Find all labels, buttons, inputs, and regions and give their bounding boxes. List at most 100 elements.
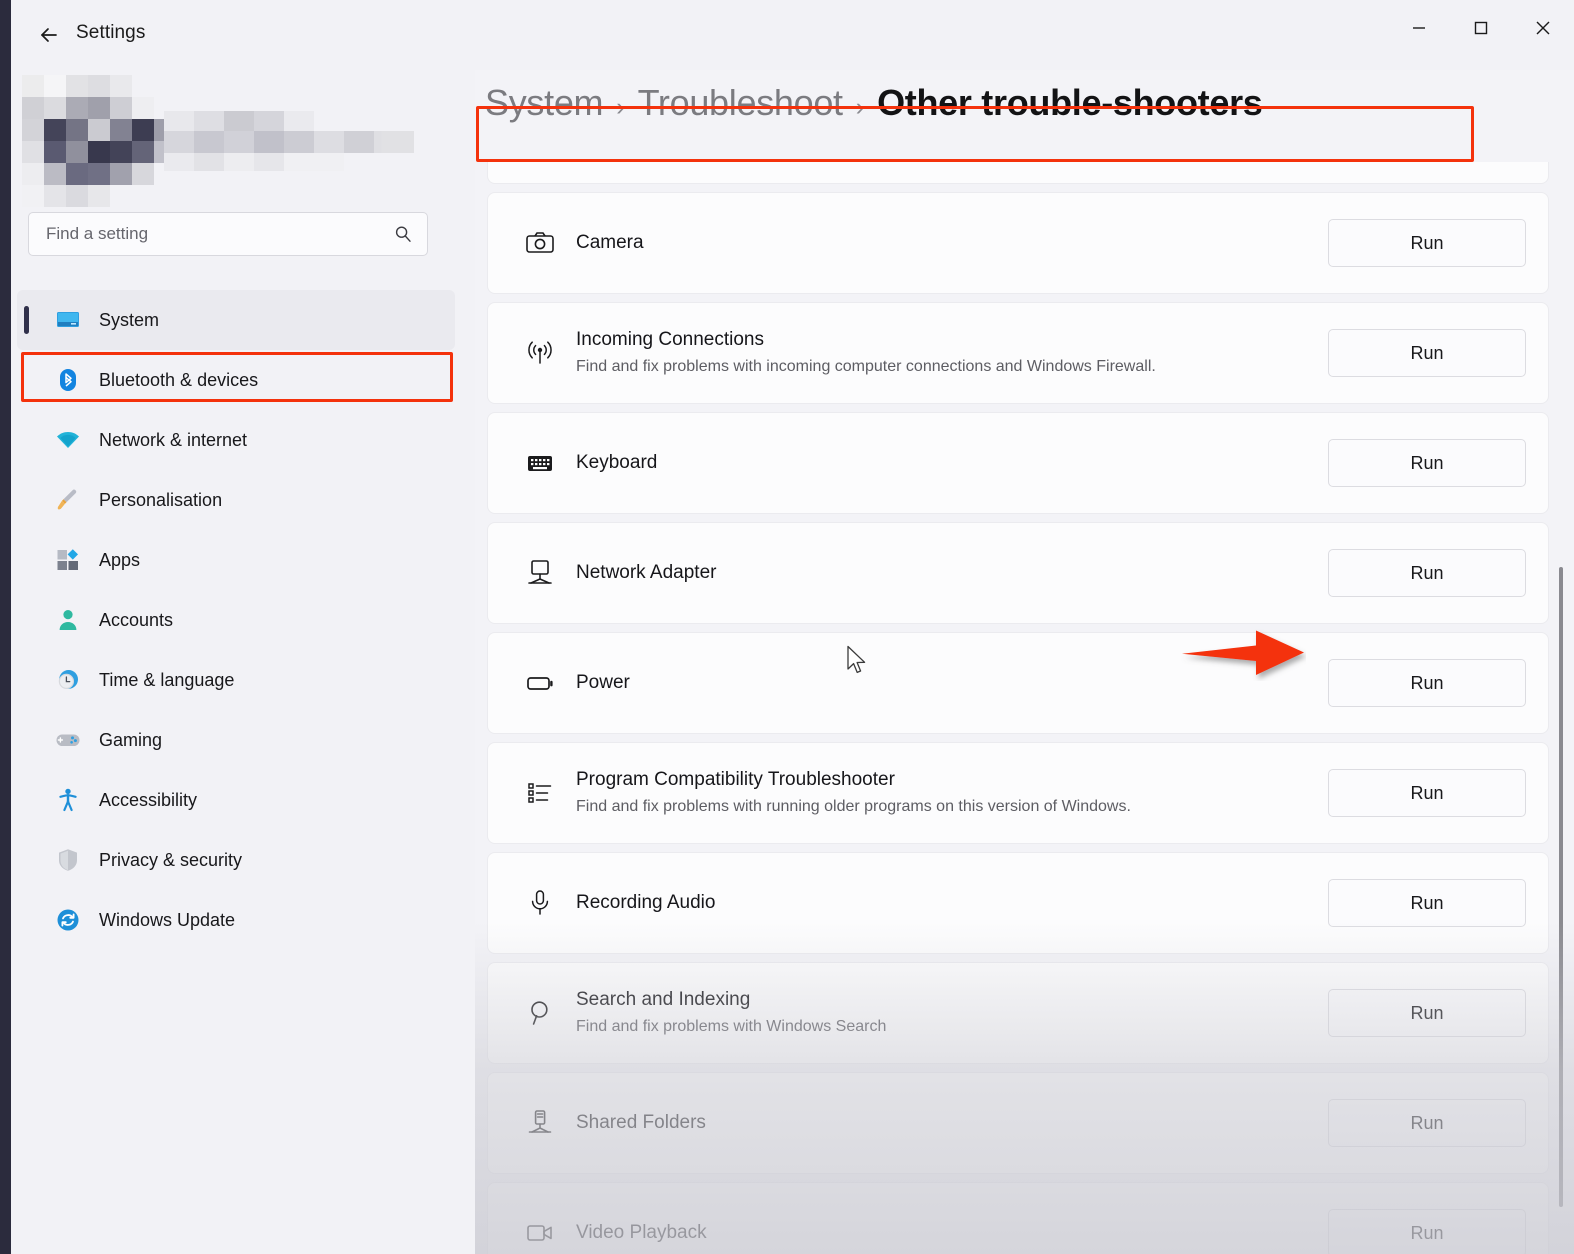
account-header-censored[interactable] bbox=[14, 67, 424, 207]
search-placeholder: Find a setting bbox=[46, 224, 148, 244]
row-text: Recording Audio bbox=[576, 891, 1328, 916]
breadcrumb-item-system[interactable]: System bbox=[485, 82, 603, 124]
person-icon bbox=[51, 607, 85, 633]
run-button[interactable]: Run bbox=[1328, 439, 1526, 487]
run-button[interactable]: Run bbox=[1328, 219, 1526, 267]
troubleshooter-row-power[interactable]: Power Run bbox=[487, 632, 1549, 734]
clock-icon bbox=[51, 667, 85, 693]
row-description: Find and fix problems with running older… bbox=[576, 797, 1308, 818]
video-icon bbox=[510, 1217, 570, 1249]
close-icon bbox=[1533, 18, 1553, 38]
shield-icon bbox=[51, 847, 85, 873]
row-description: Find and fix problems with incoming comp… bbox=[576, 357, 1308, 378]
troubleshooter-row-search-and-indexing[interactable]: Search and Indexing Find and fix problem… bbox=[487, 962, 1549, 1064]
page-title: Other trouble-shooters bbox=[877, 82, 1262, 124]
troubleshooter-row-shared-folders[interactable]: Shared Folders Run bbox=[487, 1072, 1549, 1174]
row-text: Power bbox=[576, 671, 1328, 696]
sidebar-item-label: Apps bbox=[99, 550, 140, 571]
row-text: Video Playback bbox=[576, 1221, 1328, 1246]
sidebar-item-label: Privacy & security bbox=[99, 850, 242, 871]
row-text: Keyboard bbox=[576, 451, 1328, 476]
row-text: Incoming Connections Find and fix proble… bbox=[576, 328, 1328, 377]
troubleshooter-row-recording-audio[interactable]: Recording Audio Run bbox=[487, 852, 1549, 954]
troubleshooter-row-incoming-connections[interactable]: Incoming Connections Find and fix proble… bbox=[487, 302, 1549, 404]
sidebar-item-accounts[interactable]: Accounts bbox=[17, 590, 455, 650]
row-description: Find and fix problems with Windows Searc… bbox=[576, 1017, 1308, 1038]
row-text: Program Compatibility Troubleshooter Fin… bbox=[576, 768, 1328, 817]
sidebar-item-system[interactable]: System bbox=[17, 290, 455, 350]
sidebar-item-time-language[interactable]: Time & language bbox=[17, 650, 455, 710]
wifi-icon bbox=[51, 427, 85, 453]
run-button[interactable]: Run bbox=[1328, 879, 1526, 927]
row-title: Power bbox=[576, 671, 1308, 696]
broadcast-icon bbox=[510, 337, 570, 369]
row-title: Shared Folders bbox=[576, 1111, 1308, 1136]
breadcrumb: System › Troubleshoot › Other trouble-sh… bbox=[485, 82, 1263, 124]
network-adapter-icon bbox=[510, 557, 570, 589]
row-text: Network Adapter bbox=[576, 561, 1328, 586]
partial-card-above bbox=[487, 162, 1549, 184]
sidebar-item-gaming[interactable]: Gaming bbox=[17, 710, 455, 770]
close-button[interactable] bbox=[1512, 0, 1574, 56]
sidebar-item-personalisation[interactable]: Personalisation bbox=[17, 470, 455, 530]
paintbrush-icon bbox=[51, 487, 85, 513]
run-button[interactable]: Run bbox=[1328, 549, 1526, 597]
breadcrumb-item-troubleshoot[interactable]: Troubleshoot bbox=[638, 82, 843, 124]
run-button[interactable]: Run bbox=[1328, 329, 1526, 377]
sidebar-item-windows-update[interactable]: Windows Update bbox=[17, 890, 455, 950]
sidebar-item-accessibility[interactable]: Accessibility bbox=[17, 770, 455, 830]
breadcrumb-separator: › bbox=[856, 93, 864, 122]
app-title: Settings bbox=[76, 22, 145, 44]
row-text: Camera bbox=[576, 231, 1328, 256]
row-title: Camera bbox=[576, 231, 1308, 256]
bluetooth-icon bbox=[51, 367, 85, 393]
sidebar-item-bluetooth-devices[interactable]: Bluetooth & devices bbox=[17, 350, 455, 410]
sidebar-item-label: Bluetooth & devices bbox=[99, 370, 258, 391]
troubleshooter-row-keyboard[interactable]: Keyboard Run bbox=[487, 412, 1549, 514]
troubleshooter-row-video-playback[interactable]: Video Playback Run bbox=[487, 1182, 1549, 1254]
maximize-button[interactable] bbox=[1450, 0, 1512, 56]
breadcrumb-separator: › bbox=[616, 93, 624, 122]
run-button[interactable]: Run bbox=[1328, 989, 1526, 1037]
minimize-button[interactable] bbox=[1388, 0, 1450, 56]
selection-indicator bbox=[24, 306, 29, 334]
microphone-icon bbox=[510, 887, 570, 919]
back-button[interactable] bbox=[28, 15, 70, 55]
row-title: Incoming Connections bbox=[576, 328, 1308, 353]
accessibility-icon bbox=[51, 787, 85, 813]
search-icon bbox=[393, 224, 413, 249]
row-text: Search and Indexing Find and fix problem… bbox=[576, 988, 1328, 1037]
sidebar-item-label: Time & language bbox=[99, 670, 234, 691]
sidebar-item-network-internet[interactable]: Network & internet bbox=[17, 410, 455, 470]
troubleshooter-row-network-adapter[interactable]: Network Adapter Run bbox=[487, 522, 1549, 624]
sidebar: Find a setting System bbox=[11, 62, 475, 1254]
pixelated-avatar-and-name bbox=[14, 67, 424, 207]
troubleshooter-row-program-compatibility[interactable]: Program Compatibility Troubleshooter Fin… bbox=[487, 742, 1549, 844]
sidebar-item-label: Windows Update bbox=[99, 910, 235, 931]
title-bar: Settings bbox=[11, 0, 1574, 70]
scrollbar[interactable] bbox=[1554, 162, 1568, 1254]
run-button[interactable]: Run bbox=[1328, 1209, 1526, 1254]
sidebar-nav: System Bluetooth & devices bbox=[11, 290, 475, 950]
sidebar-item-label: System bbox=[99, 310, 159, 331]
camera-icon bbox=[510, 227, 570, 259]
sidebar-item-label: Network & internet bbox=[99, 430, 247, 451]
monitor-icon bbox=[51, 307, 85, 333]
row-text: Shared Folders bbox=[576, 1111, 1328, 1136]
sidebar-item-apps[interactable]: Apps bbox=[17, 530, 455, 590]
scrollbar-thumb[interactable] bbox=[1559, 567, 1563, 1207]
run-button[interactable]: Run bbox=[1328, 769, 1526, 817]
row-title: Network Adapter bbox=[576, 561, 1308, 586]
run-button[interactable]: Run bbox=[1328, 659, 1526, 707]
row-title: Search and Indexing bbox=[576, 988, 1308, 1013]
troubleshooter-row-camera[interactable]: Camera Run bbox=[487, 192, 1549, 294]
run-button[interactable]: Run bbox=[1328, 1099, 1526, 1147]
shared-folders-icon bbox=[510, 1107, 570, 1139]
sidebar-item-privacy-security[interactable]: Privacy & security bbox=[17, 830, 455, 890]
battery-icon bbox=[510, 667, 570, 699]
troubleshooters-list: Camera Run Incoming Connections Find and bbox=[487, 162, 1549, 1254]
settings-window: Settings bbox=[0, 0, 1574, 1254]
row-title: Video Playback bbox=[576, 1221, 1308, 1246]
sidebar-item-label: Personalisation bbox=[99, 490, 222, 511]
search-input[interactable]: Find a setting bbox=[28, 212, 428, 256]
